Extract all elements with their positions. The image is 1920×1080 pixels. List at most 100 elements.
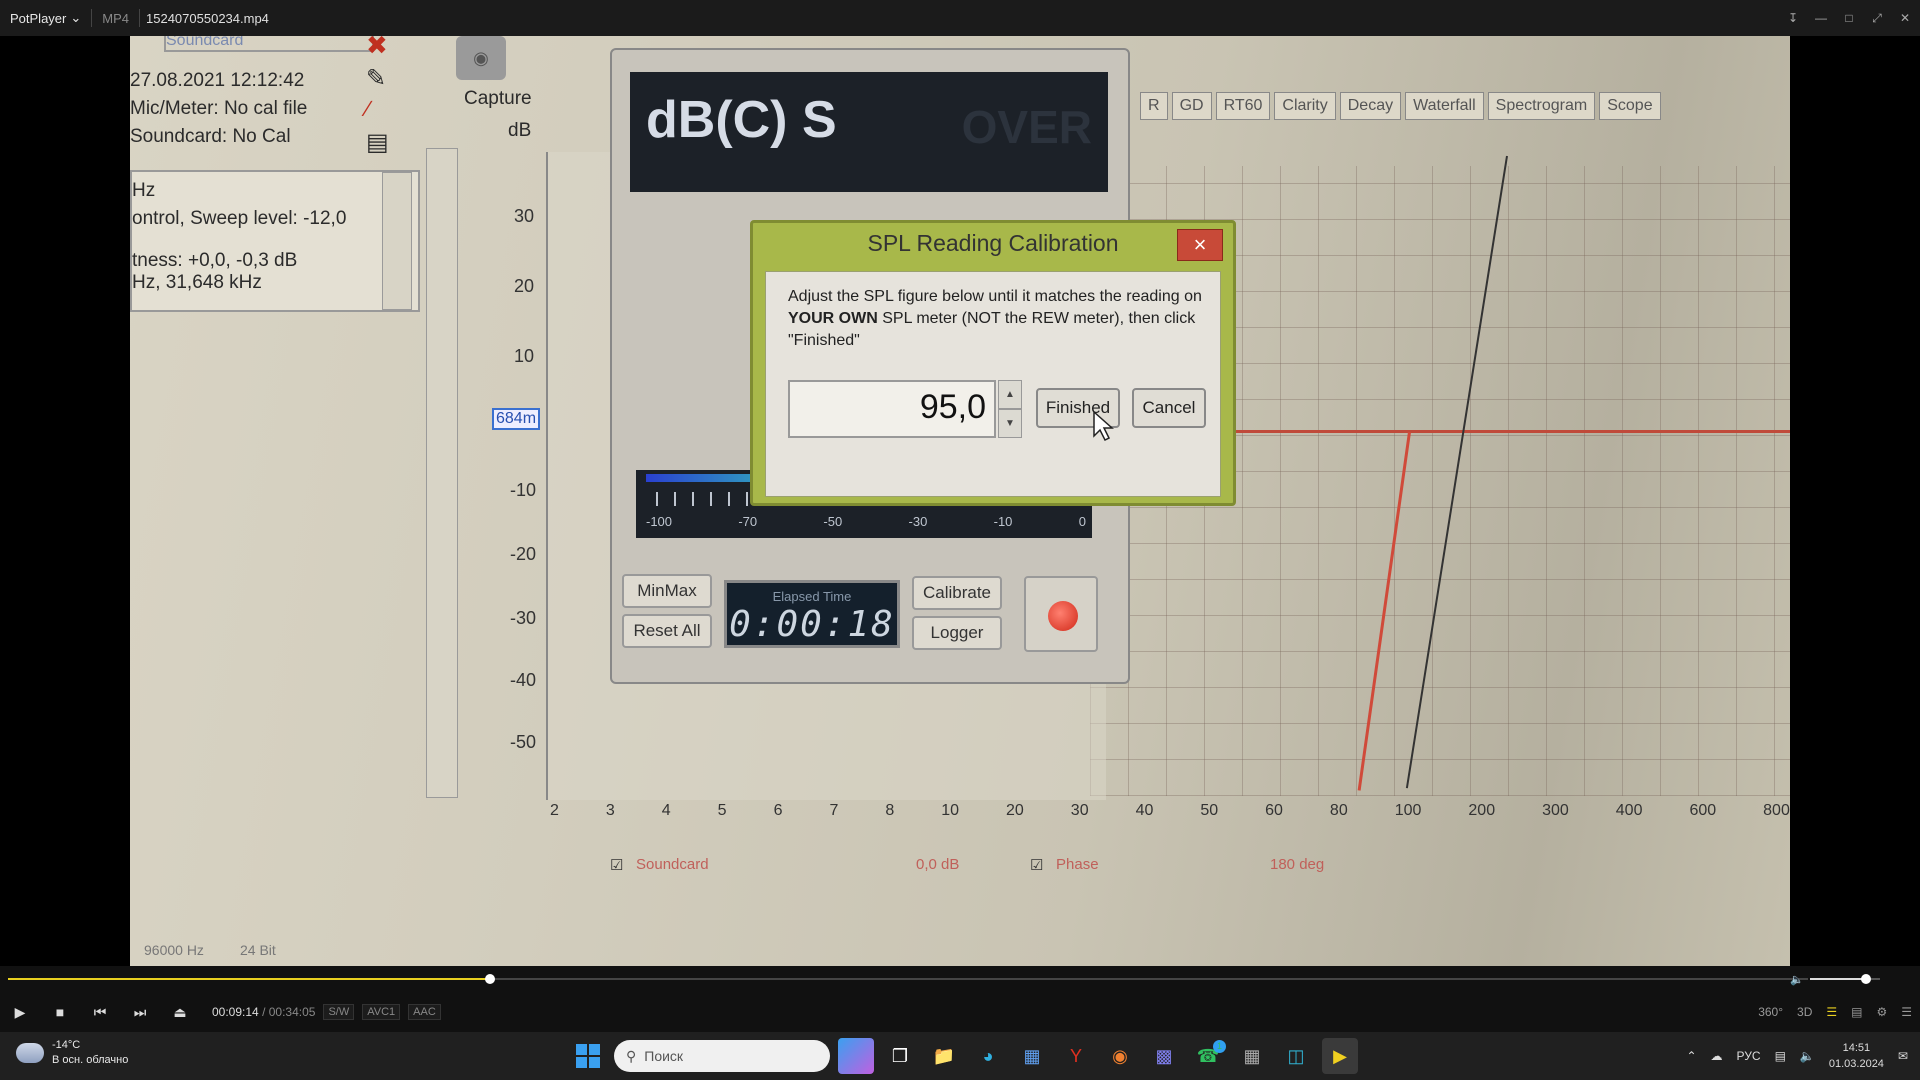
volume-slider[interactable] [1809, 974, 1880, 984]
yandex-browser-icon[interactable]: Y [1058, 1038, 1094, 1074]
file-explorer-icon[interactable]: 📁 [926, 1038, 962, 1074]
maximize-button[interactable]: □ [1842, 11, 1856, 25]
x-tick: 40 [1135, 802, 1154, 819]
speaker-icon[interactable]: 🔈 [1790, 973, 1804, 986]
phase-deg-value: 180 deg [1270, 856, 1325, 873]
elapsed-time-display: Elapsed Time 0:00:18 [724, 580, 900, 648]
save-app-icon[interactable]: ▩ [1146, 1038, 1182, 1074]
minimize-button[interactable]: — [1814, 11, 1828, 25]
gear-icon[interactable]: ⚙ [1876, 1005, 1887, 1019]
stop-button[interactable]: ■ [40, 992, 80, 1032]
audio-codec-badge[interactable]: AAC [408, 1004, 441, 1020]
y-tick: 10 [514, 346, 535, 366]
pen-icon: ∕ [366, 96, 370, 121]
calibrate-button[interactable]: Calibrate [912, 576, 1002, 610]
taskbar-search[interactable]: ⚲ Поиск [614, 1040, 830, 1072]
tab-gd[interactable]: GD [1171, 92, 1212, 120]
next-button[interactable]: ⏭ [120, 992, 160, 1032]
graph-scrollbar[interactable] [426, 148, 458, 798]
info-line: tness: +0,0, -0,3 dB [132, 250, 298, 271]
input-language[interactable]: РУС [1737, 1049, 1761, 1063]
minmax-button[interactable]: MinMax [622, 574, 712, 608]
x-tick: 80 [1329, 802, 1348, 819]
tab-rt60[interactable]: RT60 [1215, 92, 1271, 120]
seek-bar[interactable] [8, 974, 1808, 984]
onedrive-icon[interactable]: ☁ [1711, 1049, 1723, 1063]
reset-all-button[interactable]: Reset All [622, 614, 712, 648]
vr-360-button[interactable]: 360° [1758, 1005, 1783, 1019]
edge-browser-icon[interactable]: ◕ [970, 1038, 1006, 1074]
tab-r[interactable]: R [1140, 92, 1168, 120]
volume-icon[interactable]: 🔈 [1800, 1049, 1815, 1063]
phase-trace-label: Phase [1056, 856, 1099, 873]
notifications-icon[interactable]: ✉ [1898, 1049, 1908, 1063]
weather-widget[interactable]: -14°C В осн. облачно [16, 1038, 128, 1068]
tab-waterfall[interactable]: Waterfall [1405, 92, 1484, 120]
chat-app-icon[interactable]: ◫ [1278, 1038, 1314, 1074]
checkbox-icon[interactable]: ☑ [1030, 856, 1043, 874]
eject-button[interactable]: ⏏ [160, 992, 200, 1032]
play-button[interactable]: ▶ [0, 992, 40, 1032]
x-tick: 600 [1689, 802, 1717, 819]
playlist-search-icon[interactable]: ☰ [1826, 1005, 1837, 1019]
cancel-button[interactable]: Cancel [1132, 388, 1206, 428]
logger-button[interactable]: Logger [912, 616, 1002, 650]
tab-decay[interactable]: Decay [1339, 92, 1402, 120]
x-tick: 7 [829, 802, 839, 819]
app-menu-button[interactable]: PotPlayer ⌄ [0, 10, 91, 26]
3d-button[interactable]: 3D [1797, 1005, 1812, 1019]
tab-clarity[interactable]: Clarity [1274, 92, 1336, 120]
volume-level [1809, 978, 1866, 980]
volume-handle[interactable] [1860, 974, 1871, 984]
increment-icon[interactable]: ▲ [998, 380, 1022, 409]
weather-description: В осн. облачно [52, 1054, 129, 1066]
video-area[interactable]: Soundcard 27.08.2021 12:12:42 Mic/Meter:… [0, 36, 1920, 966]
pin-icon[interactable]: ↧ [1786, 11, 1800, 25]
windows-logo-icon [576, 1044, 600, 1068]
notification-badge: 1 [1213, 1040, 1226, 1053]
dialog-body: Adjust the SPL figure below until it mat… [765, 271, 1221, 497]
task-view-icon[interactable]: ❐ [882, 1038, 918, 1074]
windows-taskbar: -14°C В осн. облачно ⚲ Поиск ❐ 📁 ◕ ▦ Y ◉… [0, 1032, 1920, 1080]
clock[interactable]: 14:51 01.03.2024 [1829, 1040, 1884, 1072]
close-button[interactable]: ✕ [1898, 11, 1912, 25]
system-tray: ⌃ ☁ РУС ▤ 🔈 14:51 01.03.2024 ✉ [1686, 1032, 1908, 1080]
file-name: 1524070550234.mp4 [146, 10, 269, 26]
start-button[interactable] [570, 1038, 606, 1074]
tab-scope[interactable]: Scope [1599, 92, 1661, 120]
checkbox-icon[interactable]: ☑ [610, 856, 623, 874]
previous-button[interactable]: ⏮ [80, 992, 120, 1032]
tab-spectrogram[interactable]: Spectrogram [1487, 92, 1596, 120]
potplayer-icon[interactable]: ▶ [1322, 1038, 1358, 1074]
info-scrollbar[interactable] [382, 172, 412, 310]
spl-value-input[interactable]: 95,0 [788, 380, 996, 438]
over-indicator: OVER [961, 101, 1092, 153]
store-icon[interactable]: ▦ [1014, 1038, 1050, 1074]
menu-icon[interactable]: ☰ [1901, 1005, 1912, 1019]
x-tick: 3 [605, 802, 615, 819]
scale-label: -100 [646, 514, 673, 529]
decrement-icon[interactable]: ▼ [998, 409, 1022, 438]
copilot-icon[interactable] [838, 1038, 874, 1074]
dialog-close-button[interactable]: × [1177, 229, 1223, 261]
bit-depth: 24 Bit [240, 942, 276, 958]
taskbar-apps: ⚲ Поиск ❐ 📁 ◕ ▦ Y ◉ ▩ ☎ 1 ▦ ◫ ▶ [570, 1036, 1358, 1076]
fullscreen-button[interactable]: ⤢ [1870, 11, 1884, 26]
firefox-icon[interactable]: ◉ [1102, 1038, 1138, 1074]
video-codec-badge[interactable]: AVC1 [362, 1004, 401, 1020]
title-bar: PotPlayer ⌄ MP4 1524070550234.mp4 ↧ — □ … [0, 0, 1920, 36]
soundcard-trace-label: Soundcard [636, 856, 709, 873]
decoder-badge[interactable]: S/W [323, 1004, 355, 1020]
y-tick: 20 [514, 276, 535, 296]
file-format-label: MP4 [102, 10, 130, 26]
whatsapp-icon[interactable]: ☎ 1 [1190, 1038, 1226, 1074]
network-icon[interactable]: ▤ [1775, 1049, 1786, 1063]
chapters-icon[interactable]: ▤ [1851, 1005, 1862, 1019]
spl-stepper[interactable]: ▲ ▼ [998, 380, 1022, 438]
clock-time: 14:51 [1842, 1042, 1871, 1054]
calculator-icon[interactable]: ▦ [1234, 1038, 1270, 1074]
chevron-up-icon[interactable]: ⌃ [1686, 1049, 1696, 1063]
record-button[interactable] [1024, 576, 1098, 652]
scale-label: -30 [908, 514, 928, 529]
seek-handle[interactable] [485, 974, 496, 984]
